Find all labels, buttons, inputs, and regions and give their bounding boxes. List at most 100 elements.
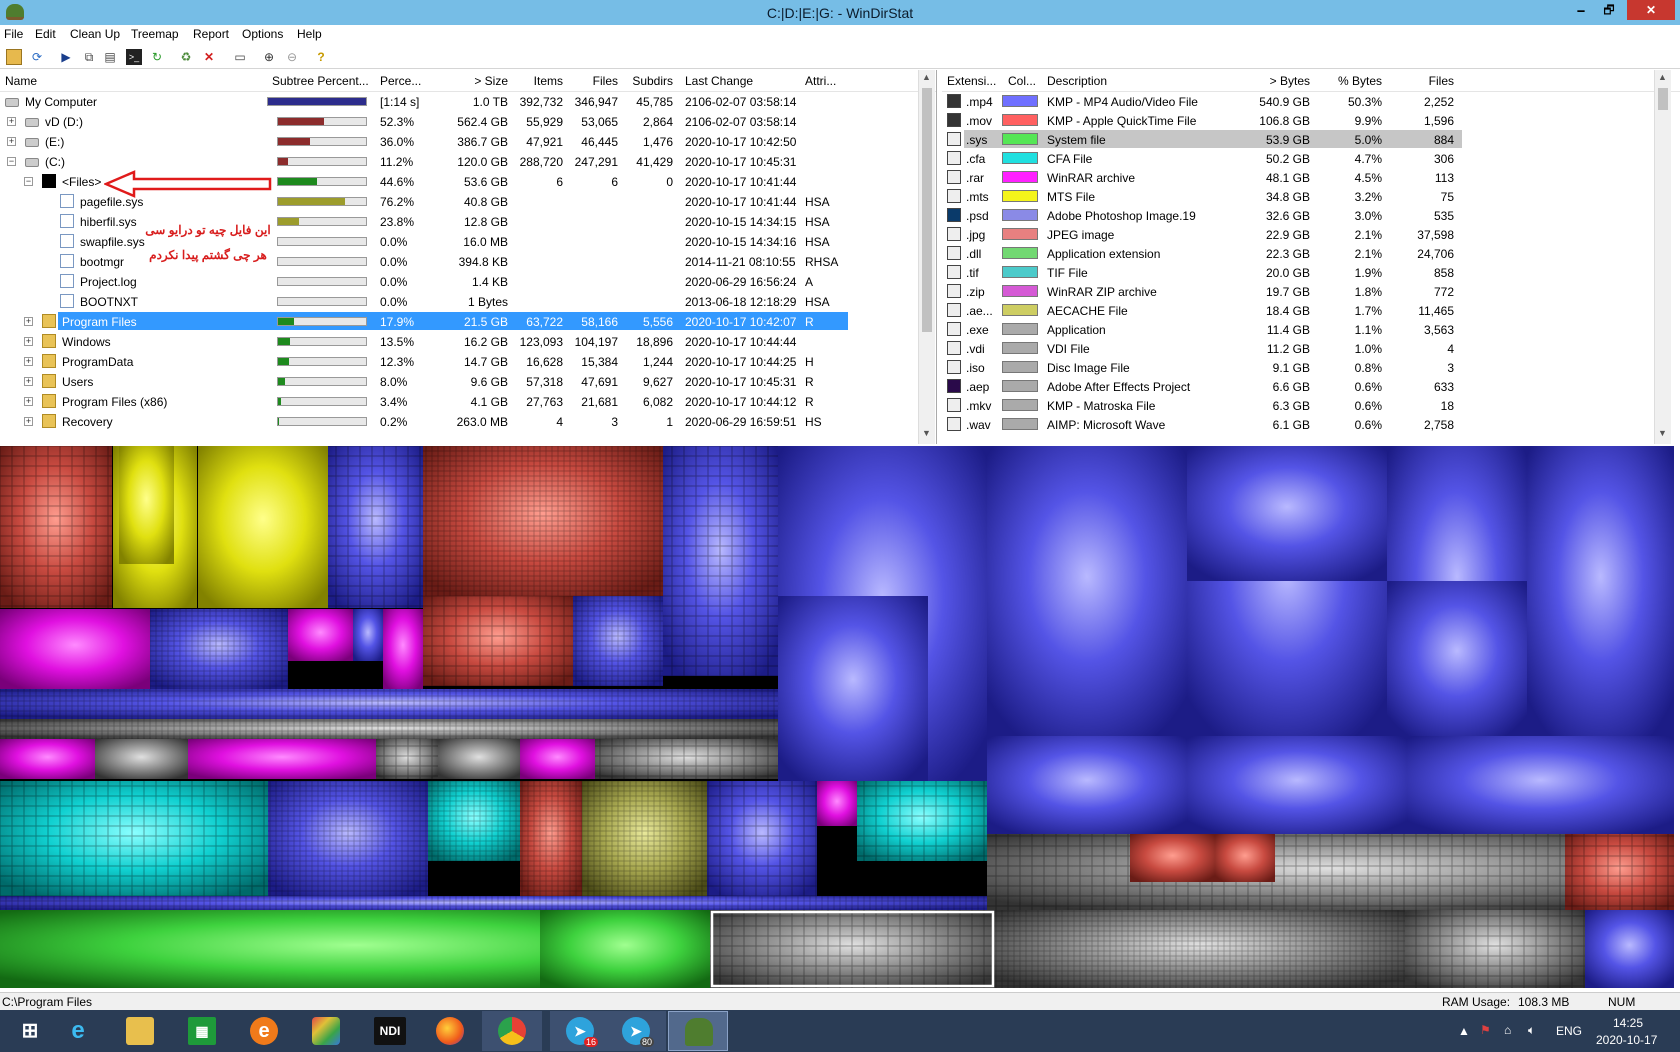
refresh-icon[interactable]: ↻ [149,49,165,65]
tree-row[interactable]: + Recovery 0.2% 263.0 MB 4 3 1 2020-06-29 16:59… [0,412,920,432]
copy-icon[interactable]: ⧉ [81,49,97,65]
treemap[interactable] [0,446,1674,988]
recycle-bin-icon[interactable]: ♻ [178,49,194,65]
col-size[interactable]: > Size [440,74,508,88]
tree-row[interactable]: + (E:) 36.0% 386.7 GB 47,921 46,445 1,476 2020-… [0,132,920,152]
col-color[interactable]: Col... [1008,74,1036,88]
extension-row[interactable]: .tif TIF File 20.0 GB 1.9% 858 [942,263,1662,282]
col-files[interactable]: Files [570,74,618,88]
refresh-all-icon[interactable]: ⟳ [29,49,45,65]
expand-toggle-icon[interactable]: + [24,357,33,366]
network-icon[interactable]: ⚑ [1480,1023,1491,1037]
col-percent[interactable]: Perce... [380,74,421,88]
taskbar-ie[interactable]: e [48,1011,108,1051]
tree-row[interactable]: Project.log 0.0% 1.4 KB 2020-06-29 16:56:24… [0,272,920,292]
clock-time[interactable]: 14:25 [1613,1016,1643,1030]
menu-help[interactable]: Help [297,27,322,41]
scroll-down-icon[interactable]: ▼ [1658,428,1667,438]
extension-row[interactable]: .sys System file 53.9 GB 5.0% 884 [942,130,1662,149]
help-icon[interactable]: ? [313,49,329,65]
menu-treemap[interactable]: Treemap [131,27,179,41]
extension-row[interactable]: .cfa CFA File 50.2 GB 4.7% 306 [942,149,1662,168]
scroll-down-icon[interactable]: ▼ [922,428,931,438]
scroll-thumb[interactable] [922,88,932,332]
extension-list[interactable]: Extensi... Col... Description > Bytes % … [942,70,1680,444]
extension-row[interactable]: .mov KMP - Apple QuickTime File 106.8 GB 9.… [942,111,1662,130]
scroll-thumb[interactable] [1658,88,1668,110]
extension-row[interactable]: .dll Application extension 22.3 GB 2.1% 24,7… [942,244,1662,263]
col-bytes[interactable]: > Bytes [1232,74,1310,88]
menu-options[interactable]: Options [242,27,283,41]
minimize-button[interactable]: 🗕 [1568,0,1594,20]
close-button[interactable]: ✕ [1627,0,1675,20]
expand-toggle-icon[interactable]: + [24,317,33,326]
explorer-icon[interactable]: ▤ [102,49,118,65]
extension-row[interactable]: .ae... AECACHE File 18.4 GB 1.7% 11,465 [942,301,1662,320]
expand-toggle-icon[interactable]: − [7,157,16,166]
wifi-icon[interactable]: ⌂ [1504,1023,1511,1037]
delete-icon[interactable]: ✕ [201,49,217,65]
expand-toggle-icon[interactable]: + [24,377,33,386]
extension-row[interactable]: .mp4 KMP - MP4 Audio/Video File 540.9 GB 50… [942,92,1662,111]
menu-report[interactable]: Report [193,27,229,41]
col-last-change[interactable]: Last Change [685,74,753,88]
taskbar-chrome[interactable] [482,1011,542,1051]
extension-row[interactable]: .wav AIMP: Microsoft Wave 6.1 GB 0.6% 2,758 [942,415,1662,434]
tree-row[interactable]: + ProgramData 12.3% 14.7 GB 16,628 15,384 1,24… [0,352,920,372]
taskbar-windirstat[interactable] [668,1011,728,1051]
extension-row[interactable]: .vdi VDI File 11.2 GB 1.0% 4 [942,339,1662,358]
taskbar-edge[interactable]: e [234,1011,294,1051]
col-attributes[interactable]: Attri... [805,74,836,88]
tree-row[interactable]: + Windows 13.5% 16.2 GB 123,093 104,197 18,896… [0,332,920,352]
taskbar-telegram[interactable]: ➤ 16 [550,1011,610,1051]
tree-row[interactable]: + Program Files (x86) 3.4% 4.1 GB 27,763 21,6… [0,392,920,412]
tree-row[interactable]: + Users 8.0% 9.6 GB 57,318 47,691 9,627 2020-10… [0,372,920,392]
menu-file[interactable]: File [4,27,23,41]
taskbar-firefox[interactable] [420,1011,480,1051]
volume-icon[interactable]: 🔈︎ [1528,1023,1535,1038]
taskbar-telegram-2[interactable]: ➤ 80 [606,1011,666,1051]
tray-chevron-icon[interactable]: ▲ [1458,1024,1470,1038]
taskbar-explorer[interactable] [110,1011,170,1051]
expand-toggle-icon[interactable]: + [24,337,33,346]
menu-edit[interactable]: Edit [35,27,56,41]
command-prompt-icon[interactable]: >_ [126,49,142,65]
language-indicator[interactable]: ENG [1556,1024,1582,1038]
menu-cleanup[interactable]: Clean Up [70,27,120,41]
play-icon[interactable]: ▶ [58,49,74,65]
expand-toggle-icon[interactable]: + [24,397,33,406]
tree-row[interactable]: + Program Files 17.9% 21.5 GB 63,722 58,166 5,… [0,312,920,332]
col-extension[interactable]: Extensi... [947,74,996,88]
tree-row[interactable]: + vD (D:) 52.3% 562.4 GB 55,929 53,065 2,864 21… [0,112,920,132]
tree-scrollbar[interactable]: ▲ ▼ [918,70,935,444]
extension-row[interactable]: .exe Application 11.4 GB 1.1% 3,563 [942,320,1662,339]
zoom-in-icon[interactable]: ⊕ [261,49,277,65]
col-files[interactable]: Files [1392,74,1454,88]
expand-toggle-icon[interactable]: − [24,177,33,186]
expand-toggle-icon[interactable]: + [7,117,16,126]
tree-row[interactable]: BOOTNXT 0.0% 1 Bytes 2013-06-18 12:18:29 HSA [0,292,920,312]
taskbar-store[interactable]: ▦ [172,1011,232,1051]
extension-row[interactable]: .aep Adobe After Effects Project 6.6 GB 0.6… [942,377,1662,396]
expand-toggle-icon[interactable]: + [24,417,33,426]
properties-icon[interactable]: ▭ [232,49,248,65]
col-subdirs[interactable]: Subdirs [625,74,673,88]
zoom-out-icon[interactable]: ⊖ [284,49,300,65]
taskbar-bluestacks[interactable] [296,1011,356,1051]
scroll-up-icon[interactable]: ▲ [922,72,931,82]
taskbar-ndi[interactable]: NDI [358,1011,418,1051]
col-items[interactable]: Items [515,74,563,88]
extension-row[interactable]: .rar WinRAR archive 48.1 GB 4.5% 113 [942,168,1662,187]
col-description[interactable]: Description [1047,74,1107,88]
ext-scrollbar[interactable]: ▲ ▼ [1654,70,1671,444]
scroll-up-icon[interactable]: ▲ [1658,72,1667,82]
clock-date[interactable]: 2020-10-17 [1596,1033,1657,1047]
expand-toggle-icon[interactable]: + [7,137,16,146]
extension-row[interactable]: .psd Adobe Photoshop Image.19 32.6 GB 3.0% 5… [942,206,1662,225]
col-percent-bytes[interactable]: % Bytes [1322,74,1382,88]
col-subtree-percent[interactable]: Subtree Percent... [272,74,369,88]
col-name[interactable]: Name [5,74,37,88]
extension-row[interactable]: .iso Disc Image File 9.1 GB 0.8% 3 [942,358,1662,377]
tree-row[interactable]: My Computer [1:14 s] 1.0 TB 392,732 346,947 4… [0,92,920,112]
extension-row[interactable]: .mts MTS File 34.8 GB 3.2% 75 [942,187,1662,206]
